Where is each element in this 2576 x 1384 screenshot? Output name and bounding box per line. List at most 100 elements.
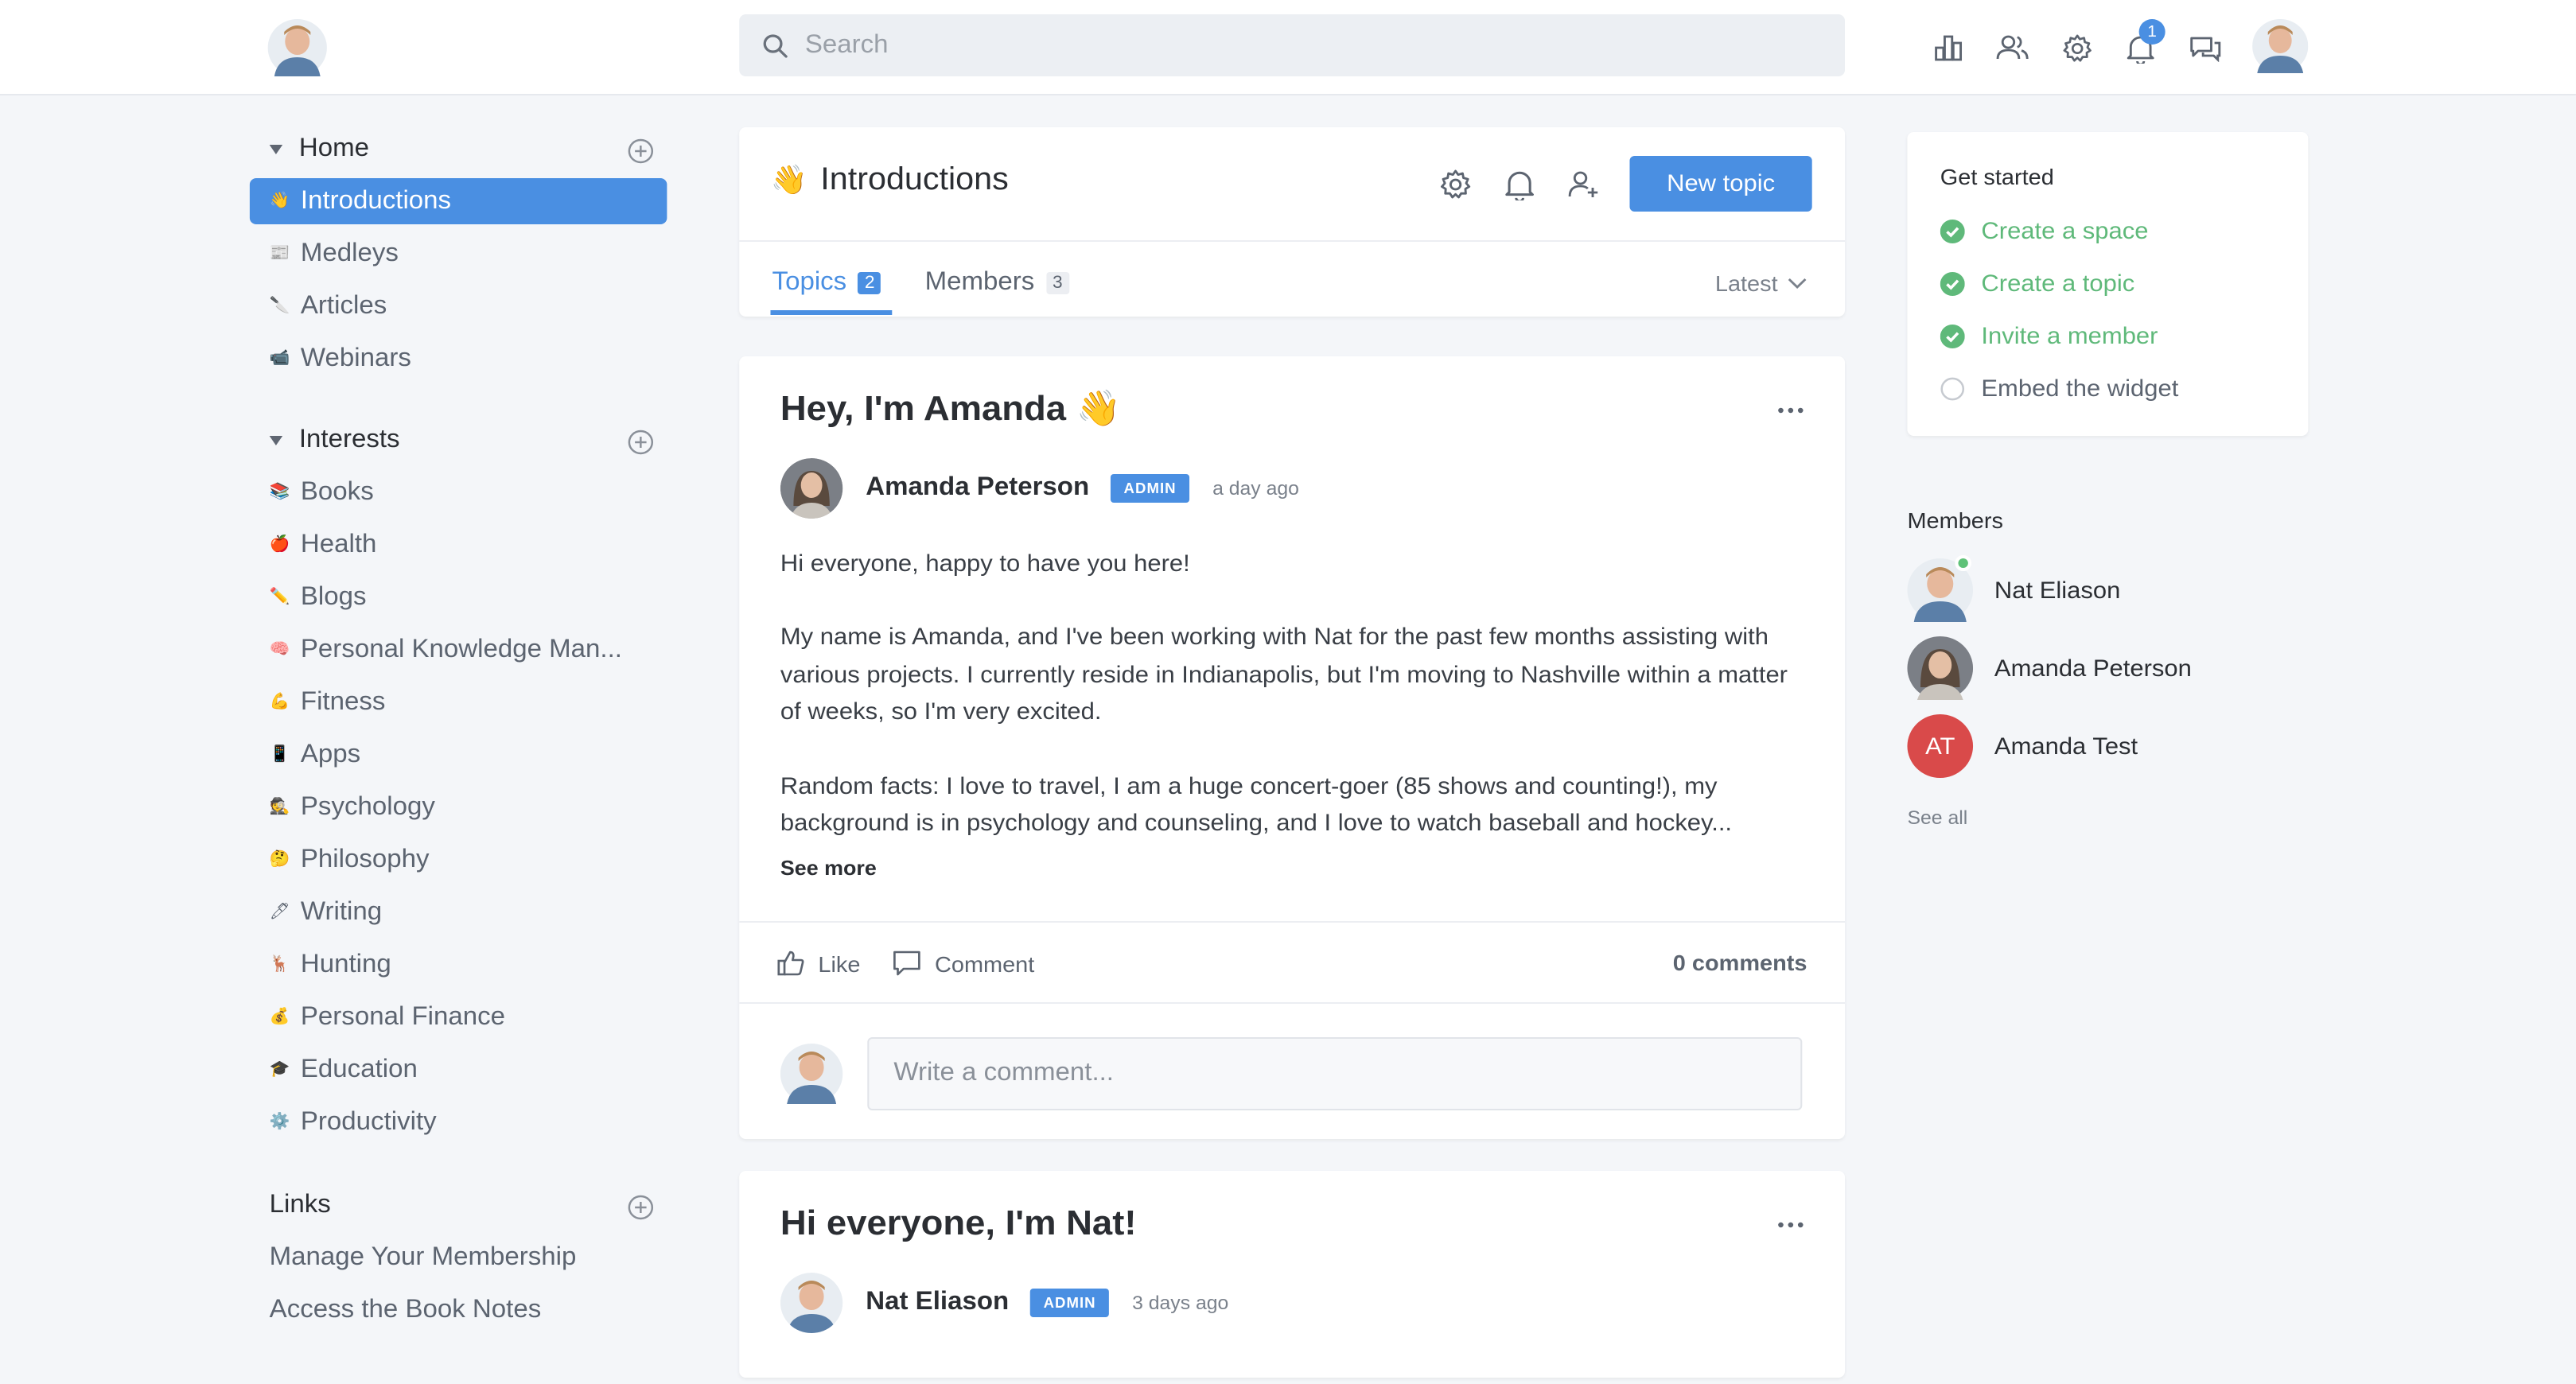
author-avatar[interactable] [780,458,843,519]
main-content: 👋 Introductions New topic Topics 2 Membe… [739,127,1845,1378]
sidebar-section-home[interactable]: Home [250,124,667,175]
collapse-caret-icon[interactable] [269,436,283,445]
add-link-icon[interactable] [628,1195,654,1220]
post-timestamp: a day ago [1212,477,1299,500]
sidebar-item-personal-finance[interactable]: 💰 Personal Finance [250,991,667,1044]
member-name: Amanda Test [1994,733,2138,760]
author-name[interactable]: Amanda Peterson [866,474,1089,503]
sidebar-item-fitness[interactable]: 💪 Fitness [250,676,667,729]
sidebar-section-title: Links [269,1192,331,1219]
top-nav-icons: 1 [1925,19,2246,72]
sidebar-item-articles[interactable]: 🔪 Articles [250,280,667,332]
more-options-icon[interactable] [1776,1215,1805,1234]
members-icon[interactable] [1990,24,2036,72]
sidebar-item-books[interactable]: 📚 Books [250,466,667,519]
sidebar-item-productivity[interactable]: ⚙️ Productivity [250,1096,667,1149]
like-button[interactable]: Like [777,950,861,977]
comment-composer [780,1037,1803,1110]
see-all-members-link[interactable]: See all [1907,807,1967,829]
tab-label: Members [924,269,1035,296]
settings-gear-icon[interactable] [2053,24,2099,72]
member-item[interactable]: Amanda Peterson [1907,636,2192,700]
post-title[interactable]: Hey, I'm Amanda 👋 [780,388,1121,430]
member-item[interactable]: AT Amanda Test [1907,714,2138,778]
member-initials-avatar: AT [1907,714,1974,778]
comment-label: Comment [934,951,1035,976]
member-item[interactable]: Nat Eliason [1907,555,2120,622]
detective-icon: 🕵 [269,799,290,816]
space-header: 👋 Introductions New topic [739,127,1845,242]
sidebar-item-label: Personal Finance [300,1003,506,1030]
online-status-dot [1955,555,1971,571]
comment-input[interactable] [867,1037,1803,1110]
sidebar-link-manage-membership[interactable]: Manage Your Membership [250,1231,667,1284]
search-input[interactable] [804,31,1791,60]
get-started-item-create-topic[interactable]: Create a topic [1940,270,2134,297]
sort-dropdown[interactable]: Latest [1715,270,1807,296]
comment-count[interactable]: 0 comments [1673,950,1807,975]
author-name[interactable]: Nat Eliason [866,1289,1009,1317]
sidebar-item-blogs[interactable]: ✏️ Blogs [250,571,667,624]
tab-topics[interactable]: Topics 2 [772,269,881,297]
new-topic-button[interactable]: New topic [1629,156,1812,212]
right-column: Get started Create a space Create a topi… [1907,132,2309,829]
post-timestamp: 3 days ago [1132,1292,1229,1314]
sidebar-item-label: Personal Knowledge Man... [300,636,622,663]
sidebar-item-philosophy[interactable]: 🤔 Philosophy [250,834,667,886]
notifications-bell-icon[interactable]: 1 [2118,19,2165,72]
sidebar-item-health[interactable]: 🍎 Health [250,519,667,571]
space-notifications-bell-icon[interactable] [1503,169,1535,200]
sidebar-item-label: Hunting [300,951,391,978]
messages-chat-icon[interactable] [2181,24,2228,72]
sidebar-item-label: Productivity [300,1108,437,1135]
user-profile-avatar[interactable] [2252,19,2309,73]
collapse-caret-icon[interactable] [269,145,283,154]
get-started-item-embed-widget[interactable]: Embed the widget [1940,375,2179,402]
author-avatar[interactable] [780,1273,843,1333]
sidebar-item-psychology[interactable]: 🕵 Psychology [250,781,667,834]
sidebar-item-education[interactable]: 🎓 Education [250,1044,667,1096]
get-started-label: Embed the widget [1981,375,2179,402]
sidebar-item-label: Books [300,478,374,505]
get-started-item-invite-member[interactable]: Invite a member [1940,323,2158,350]
sidebar-item-writing[interactable]: 🖊 Writing [250,886,667,939]
tab-count-badge: 2 [858,272,881,294]
sidebar-item-medleys[interactable]: 📰 Medleys [250,227,667,280]
sidebar-section-interests[interactable]: Interests [250,415,667,466]
tab-count-badge: 3 [1045,272,1069,294]
see-more-link[interactable]: See more [780,856,877,880]
comment-button[interactable]: Comment [892,950,1034,977]
sidebar-item-apps[interactable]: 📱 Apps [250,729,667,781]
community-logo-avatar[interactable] [267,19,327,76]
sidebar-item-personal-knowledge-management[interactable]: 🧠 Personal Knowledge Man... [250,624,667,676]
sidebar-item-hunting[interactable]: 🦌 Hunting [250,939,667,991]
add-space-icon[interactable] [628,138,654,164]
tab-label: Topics [772,269,847,296]
space-title: 👋 Introductions [770,162,1008,199]
sidebar-item-introductions[interactable]: 👋 Introductions [249,178,667,224]
space-settings-gear-icon[interactable] [1439,169,1472,200]
post-title[interactable]: Hi everyone, I'm Nat! [780,1203,1137,1244]
pen-icon: 🖊 [269,904,290,921]
gear-icon: ⚙️ [269,1114,290,1131]
thumbs-up-icon [777,951,804,976]
sidebar-item-webinars[interactable]: 📹 Webinars [250,332,667,385]
get-started-item-create-space[interactable]: Create a space [1940,218,2148,245]
get-started-title: Get started [1940,164,2054,189]
more-options-icon[interactable] [1776,401,1805,420]
search-bar[interactable] [739,14,1845,76]
sidebar-link-book-notes[interactable]: Access the Book Notes [250,1284,667,1336]
deer-icon: 🦌 [269,956,290,974]
admin-badge: ADMIN [1030,1289,1110,1317]
sidebar-item-label: Health [300,531,377,558]
thinking-face-icon: 🤔 [269,851,290,869]
post-actions-bar: Like Comment 0 comments [739,921,1845,1004]
post-paragraph: Hi everyone, happy to have you here! [780,550,1190,577]
leaderboard-icon[interactable] [1925,24,1971,72]
members-title: Members [1907,507,2003,533]
tab-members[interactable]: Members 3 [925,269,1069,297]
post-author-row: Nat Eliason ADMIN 3 days ago [780,1273,1228,1333]
like-label: Like [818,951,861,976]
add-space-icon[interactable] [628,430,654,455]
invite-member-icon[interactable] [1567,169,1600,200]
